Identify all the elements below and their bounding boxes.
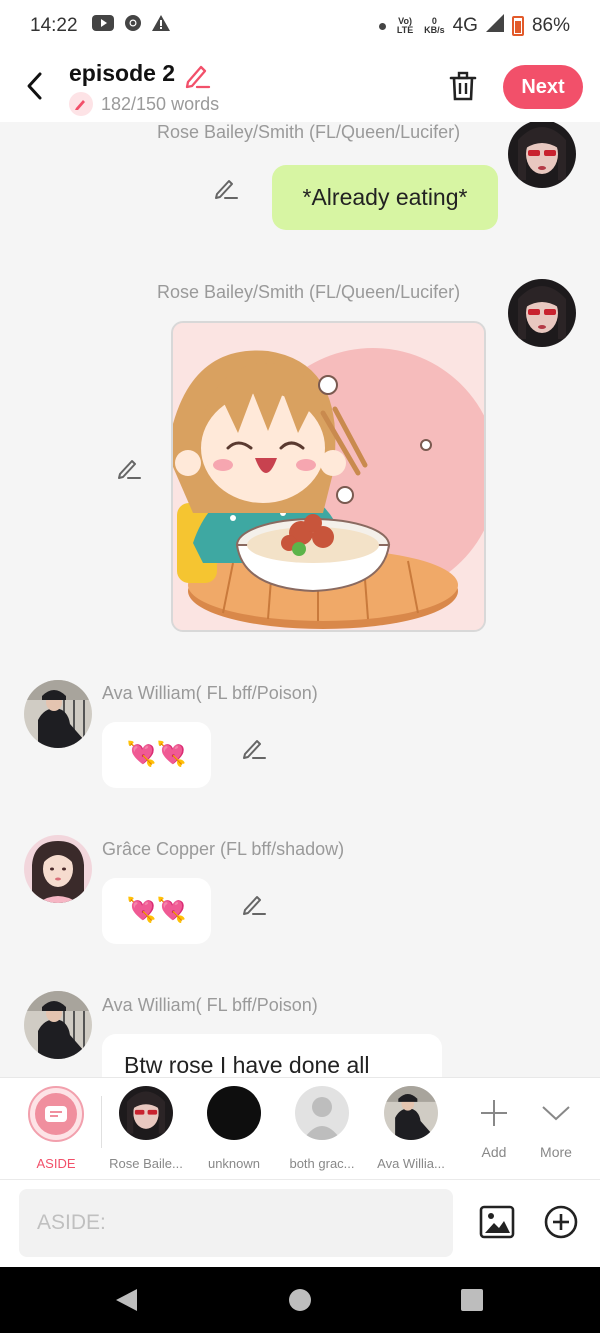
message-bubble[interactable]: *Already eating*: [272, 165, 498, 230]
battery-icon: [511, 16, 524, 36]
sender-name: Ava William( FL bff/Poison): [102, 683, 318, 703]
avatar-ava: [384, 1086, 438, 1140]
add-circle-icon[interactable]: [544, 1205, 578, 1239]
battery-percent: 86%: [531, 15, 570, 36]
message-text: *Already eating*: [302, 184, 468, 210]
avatar-unknown: [207, 1086, 261, 1140]
nav-back-icon[interactable]: [113, 1287, 139, 1318]
character-aside[interactable]: ASIDE: [16, 1086, 96, 1171]
character-label: unknown: [207, 1156, 261, 1171]
edit-message-icon[interactable]: [115, 454, 143, 482]
image-message[interactable]: [171, 321, 486, 632]
message-bubble[interactable]: 💘💘: [102, 722, 211, 788]
status-bar: 14:22 Vo) LTE 0 KB/s 4G 86%: [0, 0, 600, 52]
avatar-grace[interactable]: [24, 835, 92, 903]
character-label: Rose Baile...: [109, 1156, 183, 1171]
data-speed-unit: KB/s: [424, 25, 445, 35]
episode-title[interactable]: episode 2: [69, 60, 175, 87]
nav-home-icon[interactable]: [288, 1288, 312, 1317]
more-label: More: [540, 1144, 572, 1160]
message-bubble[interactable]: Btw rose I have done all: [102, 1034, 442, 1077]
edit-message-icon[interactable]: [212, 174, 240, 202]
avatar-ava[interactable]: [24, 991, 92, 1059]
next-button[interactable]: Next: [503, 65, 583, 109]
avatar-rose: [119, 1086, 173, 1140]
pencil-badge-icon: [69, 92, 93, 116]
message-text: 💘💘: [126, 741, 187, 768]
character-label: both grac...: [289, 1156, 355, 1171]
character-ava[interactable]: Ava Willia...: [371, 1086, 451, 1171]
message-bubble[interactable]: 💘💘: [102, 878, 211, 944]
nav-recents-icon[interactable]: [460, 1288, 484, 1317]
network-type: 4G: [452, 15, 478, 36]
notification-dot-icon: [379, 22, 387, 30]
sender-name: Grâce Copper (FL bff/shadow): [102, 839, 345, 859]
sender-name: Rose Bailey/Smith (FL/Queen/Lucifer): [157, 122, 461, 142]
signal-icon: [485, 14, 504, 38]
chibi-eating-illustration: [173, 323, 484, 630]
aside-icon: [28, 1086, 84, 1142]
avatar-rose[interactable]: [508, 279, 576, 347]
character-rose[interactable]: Rose Baile...: [106, 1086, 186, 1171]
character-unknown[interactable]: unknown: [194, 1086, 274, 1171]
character-bar: ASIDE Rose Baile... unknown both grac...…: [0, 1077, 600, 1179]
more-button[interactable]: More: [516, 1086, 596, 1160]
avatar-rose[interactable]: [508, 122, 576, 188]
system-nav-bar: [0, 1267, 600, 1333]
message-text: Btw rose I have done all: [124, 1052, 370, 1077]
chat-area: Rose Bailey/Smith (FL/Queen/Lucifer) *Al…: [0, 122, 600, 1077]
edit-message-icon[interactable]: [240, 890, 268, 918]
edit-message-icon[interactable]: [240, 734, 268, 762]
character-label: Ava Willia...: [377, 1156, 445, 1171]
character-both-grace[interactable]: both grac...: [282, 1086, 362, 1171]
divider: [101, 1096, 102, 1148]
sender-name: Ava William( FL bff/Poison): [102, 995, 318, 1015]
sender-name: Rose Bailey/Smith (FL/Queen/Lucifer): [157, 282, 461, 302]
back-button[interactable]: [20, 68, 50, 104]
chevron-down-icon: [516, 1086, 596, 1140]
message-text: 💘💘: [126, 897, 187, 924]
trash-icon[interactable]: [447, 69, 479, 103]
image-icon[interactable]: [479, 1205, 515, 1239]
message-input[interactable]: [19, 1189, 453, 1257]
character-label: ASIDE: [36, 1156, 76, 1171]
editor-header: episode 2 182/150 words Next: [0, 52, 600, 122]
data-speed: 0 KB/s: [424, 17, 445, 35]
word-count: 182/150 words: [101, 94, 220, 114]
chrome-icon: [124, 14, 142, 38]
status-time: 14:22: [30, 15, 78, 36]
avatar-ava[interactable]: [24, 680, 92, 748]
youtube-icon: [91, 15, 114, 37]
avatar-placeholder: [295, 1086, 349, 1140]
warning-icon: [151, 15, 170, 37]
edit-title-icon[interactable]: [183, 61, 211, 89]
volte-indicator: Vo) LTE: [396, 16, 414, 35]
input-area: [0, 1179, 600, 1267]
